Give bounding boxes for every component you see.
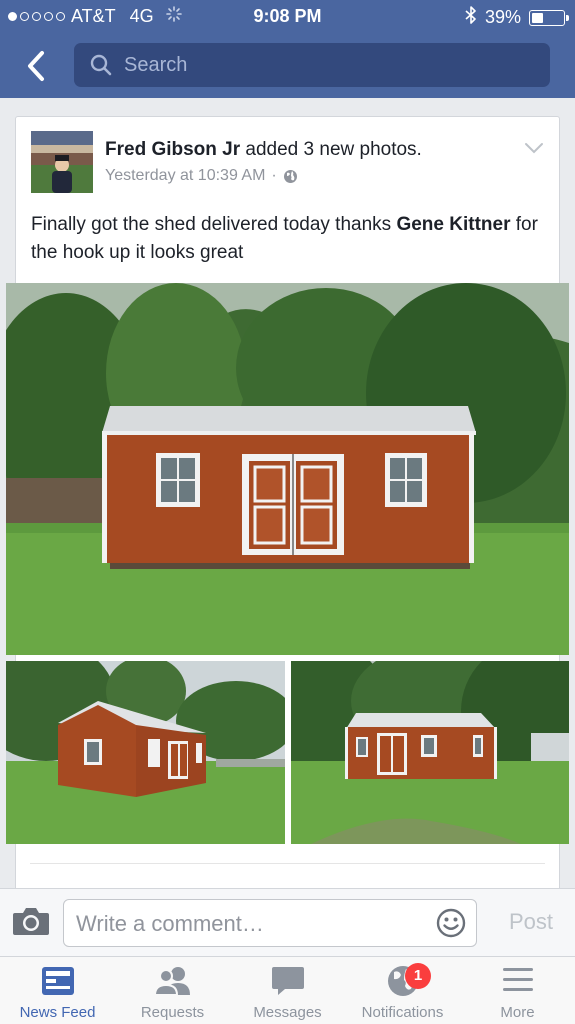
tab-bar: News Feed Requests Messages 1 Notificati…: [0, 956, 575, 1024]
comment-field[interactable]: [63, 899, 477, 947]
meta-separator: ·: [271, 167, 277, 184]
notification-badge: 1: [405, 963, 431, 989]
chevron-left-icon: [28, 51, 44, 81]
tab-label: Requests: [140, 1004, 205, 1021]
camera-icon: [13, 908, 49, 935]
post-options-button[interactable]: [524, 141, 544, 159]
sticker-button[interactable]: [436, 908, 466, 943]
post-action: added 3 new photos.: [240, 139, 422, 160]
post-divider: [30, 863, 545, 864]
search-bar[interactable]: [74, 43, 550, 87]
tab-label: News Feed: [19, 1004, 96, 1021]
tab-label: Notifications: [361, 1004, 444, 1021]
post-header: Fred Gibson Jr added 3 new photos. Yeste…: [31, 131, 544, 195]
tab-messages[interactable]: Messages: [230, 957, 345, 1024]
header: AT&T 4G 9:08 PM 39% Search: [0, 0, 575, 98]
tab-requests[interactable]: Requests: [115, 957, 230, 1024]
post-comment-button[interactable]: Post: [509, 909, 553, 935]
battery-percent: 39%: [484, 7, 521, 27]
battery-fill: [532, 12, 543, 23]
post-author-line: Fred Gibson Jr added 3 new photos.: [105, 139, 422, 161]
mention-link[interactable]: Gene Kittner: [396, 214, 510, 235]
comment-bar: Post: [0, 888, 575, 956]
post-photo-3[interactable]: [291, 661, 569, 844]
chevron-down-icon: [525, 143, 543, 154]
tab-label: More: [500, 1004, 535, 1021]
camera-button[interactable]: [12, 906, 50, 941]
comment-input[interactable]: [76, 910, 426, 938]
post-photo-main[interactable]: [6, 283, 569, 655]
author-name[interactable]: Fred Gibson Jr: [105, 139, 240, 160]
search-input[interactable]: [124, 53, 504, 77]
post-meta: Yesterday at 10:39 AM ·: [105, 167, 298, 185]
facebook-app: AT&T 4G 9:08 PM 39% Search Fred Gibson J…: [0, 0, 575, 1024]
status-bar: AT&T 4G 9:08 PM 39%: [0, 0, 575, 34]
feed[interactable]: Fred Gibson Jr added 3 new photos. Yeste…: [0, 98, 575, 888]
globe-icon: [283, 169, 297, 183]
tab-notifications[interactable]: 1 Notifications: [345, 957, 460, 1024]
tab-label: Messages: [253, 1004, 322, 1021]
friends-icon: [153, 965, 192, 1002]
back-button[interactable]: [16, 46, 56, 86]
chat-bubble-icon: [271, 965, 305, 1002]
smiley-icon: [436, 908, 466, 938]
post-text: Finally got the shed delivered today tha…: [31, 211, 544, 267]
menu-icon: [502, 965, 534, 1000]
nav-bar: [0, 34, 575, 98]
news-feed-icon: [41, 965, 75, 1002]
post-text-start: Finally got the shed delivered today tha…: [31, 214, 397, 235]
post-timestamp[interactable]: Yesterday at 10:39 AM: [105, 167, 265, 185]
battery-icon: [529, 9, 569, 26]
avatar[interactable]: [31, 131, 93, 193]
tab-news-feed[interactable]: News Feed: [0, 957, 115, 1024]
bluetooth-icon: [465, 6, 477, 29]
search-icon: [90, 54, 112, 76]
status-right: 39%: [465, 6, 569, 29]
post-photo-2[interactable]: [6, 661, 285, 844]
tab-more[interactable]: More: [460, 957, 575, 1024]
